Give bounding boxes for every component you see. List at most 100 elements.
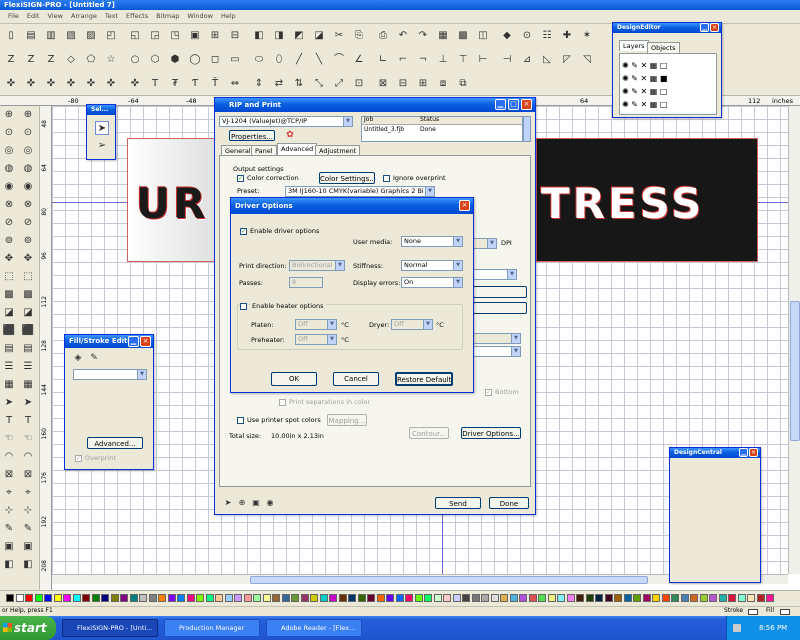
- shape-tool-icon[interactable]: ⊣: [500, 53, 514, 67]
- toolbox-tool-icon[interactable]: ☰: [2, 360, 16, 374]
- shape-tool-icon[interactable]: ▭: [228, 53, 242, 67]
- palette-swatch[interactable]: [642, 594, 651, 602]
- job-column-header[interactable]: Job: [364, 116, 373, 123]
- minimize-icon[interactable]: ▁: [700, 23, 709, 32]
- palette-swatch[interactable]: [443, 594, 451, 602]
- enable-driver-checkbox[interactable]: ✓: [240, 228, 247, 235]
- minimize-icon[interactable]: ▁: [739, 448, 748, 457]
- toolbox-tool-icon[interactable]: ✥: [21, 252, 35, 266]
- resolution-select[interactable]: ▼: [473, 238, 497, 249]
- properties-button[interactable]: Properties...: [229, 130, 275, 141]
- arrange-tool-icon[interactable]: ⇄: [272, 77, 286, 91]
- toolbar-tool-icon[interactable]: ⊞: [208, 29, 222, 43]
- network-icon[interactable]: [733, 624, 741, 632]
- palette-swatch[interactable]: [756, 594, 765, 602]
- toolbar-tool-icon[interactable]: ◩: [292, 29, 306, 43]
- palette-swatch[interactable]: [319, 594, 328, 602]
- toolbox-tool-icon[interactable]: ▩: [2, 288, 16, 302]
- palette-swatch[interactable]: [709, 594, 717, 602]
- toolbox-tool-icon[interactable]: ◍: [21, 162, 35, 176]
- shape-tool-icon[interactable]: ⌐: [396, 53, 410, 67]
- palette-swatch[interactable]: [528, 594, 537, 602]
- shape-tool-icon[interactable]: ◇: [64, 53, 78, 67]
- palette-swatch[interactable]: [63, 594, 71, 602]
- node-select-icon[interactable]: ➢: [95, 139, 109, 153]
- toolbar-tool-icon[interactable]: ◨: [272, 29, 286, 43]
- palette-swatch[interactable]: [490, 594, 499, 602]
- palette-swatch[interactable]: [6, 594, 14, 602]
- toolbox-tool-icon[interactable]: ☜: [2, 432, 16, 446]
- palette-swatch[interactable]: [224, 594, 233, 602]
- toolbox-tool-icon[interactable]: ⊘: [21, 216, 35, 230]
- toolbox-tool-icon[interactable]: ⊚: [21, 234, 35, 248]
- enable-heater-checkbox[interactable]: [240, 303, 247, 310]
- toolbar-tool-icon[interactable]: ◱: [128, 29, 142, 43]
- dryer-select[interactable]: Off ▼: [391, 319, 433, 330]
- palette-swatch[interactable]: [547, 594, 556, 602]
- toolbar-tool-icon[interactable]: ▣: [188, 29, 202, 43]
- palette-swatch[interactable]: [509, 594, 518, 602]
- toolbox-tool-icon[interactable]: ⊠: [21, 468, 35, 482]
- palette-swatch[interactable]: [272, 594, 280, 602]
- arrange-tool-icon[interactable]: ⧈: [436, 77, 450, 91]
- tab-layers[interactable]: Layers: [619, 40, 649, 51]
- palette-swatch[interactable]: [25, 594, 33, 602]
- menu-item-file[interactable]: File: [8, 12, 19, 20]
- toolbox-tool-icon[interactable]: ⬛: [21, 324, 35, 338]
- shape-tool-icon[interactable]: Z: [44, 53, 58, 67]
- shape-tool-icon[interactable]: ◸: [560, 53, 574, 67]
- toolbox-tool-icon[interactable]: ⊗: [2, 198, 16, 212]
- toolbar-tool-icon[interactable]: ⊙: [520, 29, 534, 43]
- menu-item-window[interactable]: Window: [187, 12, 213, 20]
- palette-swatch[interactable]: [604, 594, 613, 602]
- toolbox-tool-icon[interactable]: ◎: [2, 144, 16, 158]
- toolbox-tool-icon[interactable]: ⊹: [2, 504, 16, 518]
- toolbox-tool-icon[interactable]: ⌖: [21, 486, 35, 500]
- vertical-scrollbar[interactable]: [788, 106, 800, 574]
- toolbox-tool-icon[interactable]: ⊗: [21, 198, 35, 212]
- palette-swatch[interactable]: [481, 594, 489, 602]
- platen-select[interactable]: Off ▼: [295, 319, 337, 330]
- palette-swatch[interactable]: [395, 594, 404, 602]
- minimize-icon[interactable]: ▁: [495, 99, 506, 110]
- palette-swatch[interactable]: [538, 594, 546, 602]
- palette-swatch[interactable]: [747, 594, 755, 602]
- palette-swatch[interactable]: [357, 594, 366, 602]
- driver-options-button[interactable]: Driver Options...: [461, 427, 521, 439]
- layer-row[interactable]: ✺ ✎ ✕ ▦ □: [622, 60, 712, 71]
- palette-swatch[interactable]: [300, 594, 309, 602]
- ignore-overprint-checkbox[interactable]: [383, 175, 390, 182]
- taskbar-item-adobe-reader[interactable]: Adobe Reader - [Flex...: [266, 619, 362, 637]
- shape-tool-icon[interactable]: ⬠: [84, 53, 98, 67]
- palette-swatch[interactable]: [253, 594, 261, 602]
- palette-swatch[interactable]: [82, 594, 90, 602]
- toolbox-tool-icon[interactable]: ⌖: [2, 486, 16, 500]
- close-icon[interactable]: ×: [521, 99, 532, 110]
- device-properties-button[interactable]: [473, 286, 527, 298]
- toolbox-tool-icon[interactable]: ⊕: [2, 108, 16, 122]
- toolbox-tool-icon[interactable]: ◧: [2, 558, 16, 572]
- palette-swatch[interactable]: [329, 594, 337, 602]
- use-spot-colors-checkbox[interactable]: [237, 417, 244, 424]
- toolbox-tool-icon[interactable]: ▦: [21, 378, 35, 392]
- toolbar-tool-icon[interactable]: ◪: [312, 29, 326, 43]
- palette-swatch[interactable]: [376, 594, 385, 602]
- shape-tool-icon[interactable]: ╱: [292, 53, 306, 67]
- arrange-tool-icon[interactable]: ⤡: [312, 77, 326, 91]
- toolbox-tool-icon[interactable]: ◪: [2, 306, 16, 320]
- palette-swatch[interactable]: [386, 594, 394, 602]
- zoom-fit-icon[interactable]: ◉: [263, 496, 277, 510]
- toolbar-tool-icon[interactable]: ✂: [332, 29, 346, 43]
- toolbox-tool-icon[interactable]: ⊕: [21, 108, 35, 122]
- palette-swatch[interactable]: [72, 594, 81, 602]
- toolbox-tool-icon[interactable]: ▤: [2, 342, 16, 356]
- toolbox-tool-icon[interactable]: T: [21, 414, 35, 428]
- palette-swatch[interactable]: [690, 594, 698, 602]
- palette-swatch[interactable]: [15, 594, 24, 602]
- sign-panel-right[interactable]: TRESS: [536, 138, 758, 262]
- palette-swatch[interactable]: [462, 594, 470, 602]
- minimize-icon[interactable]: ▁: [128, 336, 139, 347]
- palette-swatch[interactable]: [148, 594, 157, 602]
- palette-swatch[interactable]: [414, 594, 423, 602]
- toolbar-tool-icon[interactable]: ◆: [500, 29, 514, 43]
